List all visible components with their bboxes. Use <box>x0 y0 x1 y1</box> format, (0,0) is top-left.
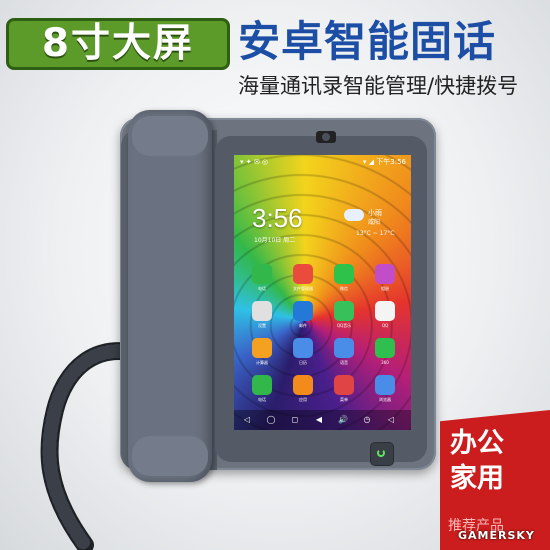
product-subtitle: 海量通讯录智能管理/快捷拨号 <box>238 74 519 98</box>
weather-temp: 13°C ~ 17°C <box>356 230 395 237</box>
app-icon[interactable]: 相册 <box>375 264 395 291</box>
product-title: 安卓智能固话 <box>238 17 497 66</box>
app-label: 计算器 <box>256 360 268 365</box>
app-label: 相册 <box>381 286 389 291</box>
app-icon[interactable]: 邮件 <box>293 301 313 328</box>
promo-line1: 办公 <box>450 428 504 459</box>
handset-mouthpiece <box>132 436 208 476</box>
nav-button[interactable]: ◻ <box>290 415 300 425</box>
app-icon[interactable]: 菜单 <box>334 375 354 402</box>
app-label: 文件管理器 <box>293 286 313 291</box>
screen-size-badge: 8寸大屏 <box>6 18 230 70</box>
app-icon[interactable]: 电话 <box>252 264 272 291</box>
handset-earpiece <box>132 116 208 156</box>
nav-button[interactable]: 🔊 <box>338 415 348 425</box>
status-right: ▾ ◢ 下午3:56 <box>362 158 406 166</box>
promo-line2: 家用 <box>450 463 504 494</box>
clock-widget[interactable]: 3:56 <box>252 203 303 233</box>
app-label: 邮件 <box>299 323 307 328</box>
watermark: GAMERSKY <box>458 529 535 542</box>
weather-location: 咸阳 <box>368 219 381 226</box>
nav-button[interactable]: ◁ <box>386 415 396 425</box>
app-icon[interactable]: 360 <box>375 338 395 365</box>
app-icon[interactable]: 语音 <box>334 338 354 365</box>
app-label: 电话 <box>258 397 266 402</box>
app-label: 设置 <box>258 323 266 328</box>
app-icon[interactable]: 日历 <box>293 338 313 365</box>
app-label: 微信 <box>340 286 348 291</box>
app-label: 应用 <box>299 397 307 402</box>
nav-button[interactable]: ◁ <box>242 415 252 425</box>
status-left: ▾ ✦ ✉ ◎ <box>240 158 269 166</box>
app-label: 电话 <box>258 286 266 291</box>
app-label: 语音 <box>340 360 348 365</box>
app-icon[interactable]: QQ音乐 <box>334 301 354 328</box>
tablet-screen[interactable]: ▾ ✦ ✉ ◎ ▾ ◢ 下午3:56 3:56 10月10日 周二 小雨 咸阳 … <box>234 155 411 430</box>
cloud-icon <box>344 209 364 221</box>
app-icon[interactable]: 电话 <box>252 375 272 402</box>
app-icon[interactable]: 计算器 <box>252 338 272 365</box>
app-icon[interactable]: QQ <box>375 301 395 328</box>
weather-widget[interactable]: 小雨 咸阳 13°C ~ 17°C <box>344 203 404 243</box>
camera-icon <box>316 131 336 143</box>
app-label: QQ <box>381 323 389 328</box>
nav-button[interactable]: ◀ <box>314 415 324 425</box>
date-text: 10月10日 周二 <box>254 237 296 244</box>
app-label: QQ音乐 <box>336 323 352 328</box>
nav-button[interactable]: ◷ <box>362 415 372 425</box>
app-icon[interactable]: 浏览器 <box>375 375 395 402</box>
navigation-bar: ◁ ◯ ◻ ◀ 🔊 ◷ ◁ <box>234 410 411 430</box>
status-bar: ▾ ✦ ✉ ◎ ▾ ◢ 下午3:56 <box>234 155 411 169</box>
app-icon[interactable]: 微信 <box>334 264 354 291</box>
power-button[interactable] <box>370 442 394 466</box>
handset[interactable] <box>128 110 212 482</box>
app-label: 360 <box>381 360 389 365</box>
nav-button[interactable]: ◯ <box>266 415 276 425</box>
app-label: 日历 <box>299 360 307 365</box>
app-label: 菜单 <box>340 397 348 402</box>
app-icon[interactable]: 设置 <box>252 301 272 328</box>
app-label: 浏览器 <box>379 397 391 402</box>
app-icon[interactable]: 应用 <box>293 375 313 402</box>
promo-text: 办公 家用 <box>450 426 504 496</box>
app-icon[interactable]: 文件管理器 <box>293 264 313 291</box>
